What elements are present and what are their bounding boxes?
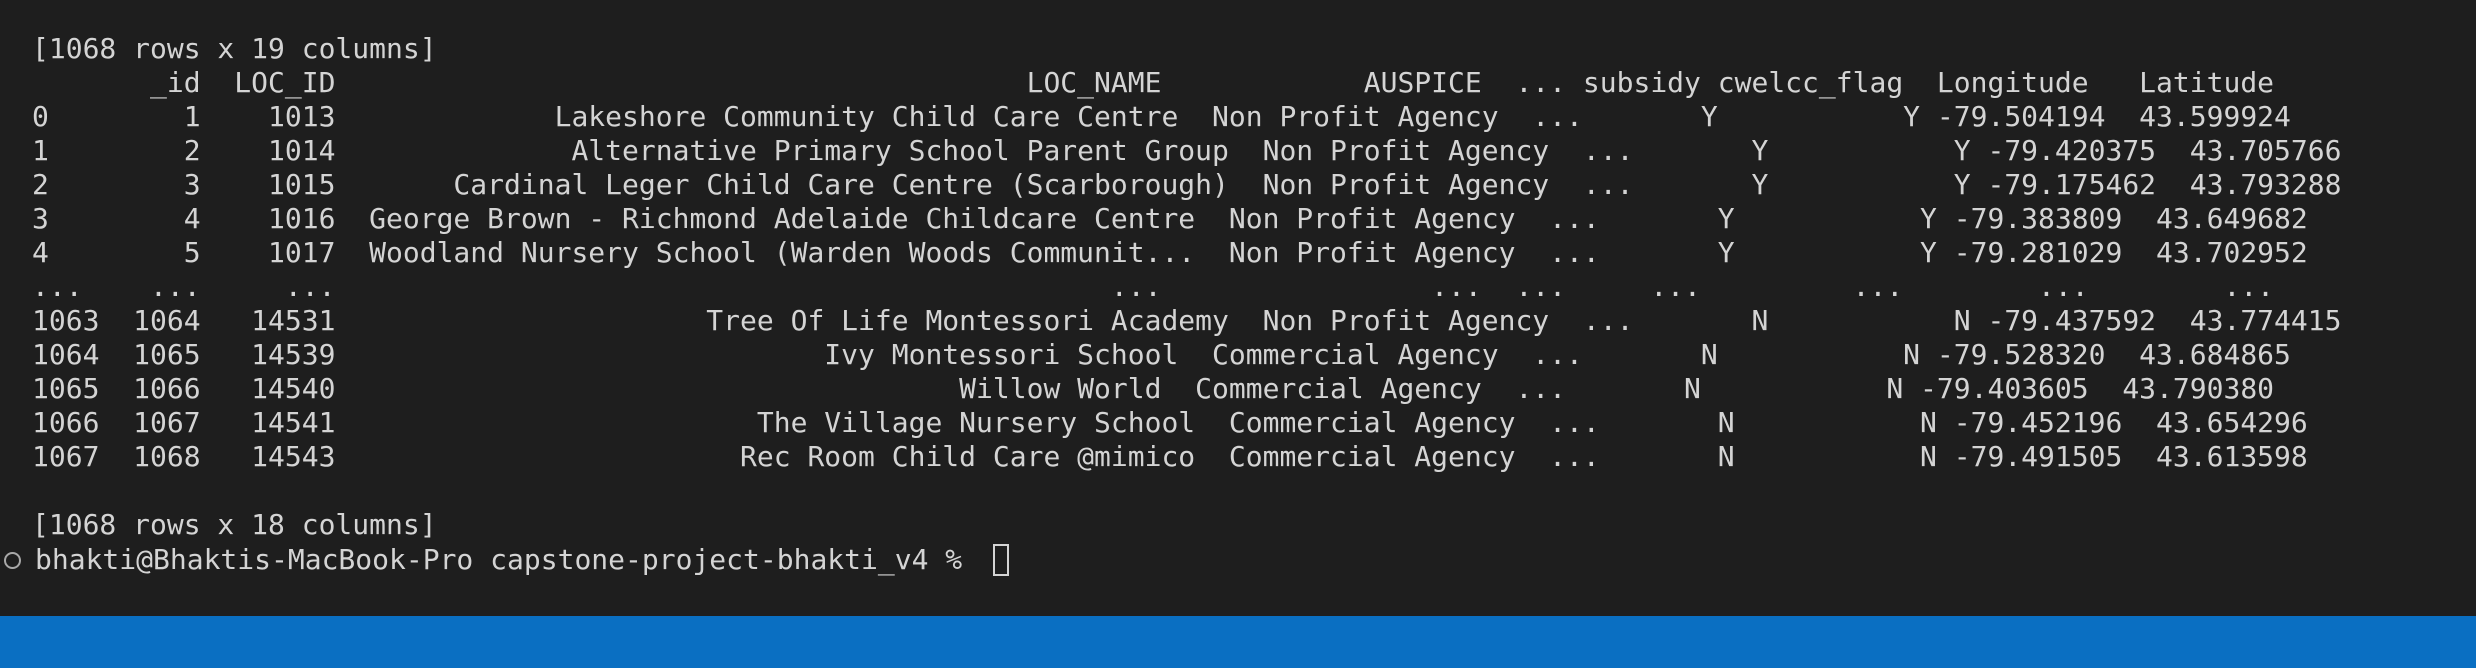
dataframe-row: 1067 1068 14543 Rec Room Child Care @mim… <box>32 440 2308 473</box>
dataframe-row: 2 3 1015 Cardinal Leger Child Care Centr… <box>32 168 2342 201</box>
shell-prompt: bhakti@Bhaktis-MacBook-Pro capstone-proj… <box>35 543 980 576</box>
dataframe-row: 1063 1064 14531 Tree Of Life Montessori … <box>32 304 2342 337</box>
dataframe-row: 3 4 1016 George Brown - Richmond Adelaid… <box>32 202 2308 235</box>
shell-prompt-line[interactable]: bhakti@Bhaktis-MacBook-Pro capstone-proj… <box>0 542 1010 578</box>
dataframe-row: 1 2 1014 Alternative Primary School Pare… <box>32 134 2342 167</box>
dataframe-row: 1065 1066 14540 Willow World Commercial … <box>32 372 2275 405</box>
dataframe-row: 1066 1067 14541 The Village Nursery Scho… <box>32 406 2308 439</box>
dataframe-row: 1064 1065 14539 Ivy Montessori School Co… <box>32 338 2291 371</box>
terminal-line: [1068 rows x 18 columns] <box>32 508 437 541</box>
terminal-line: [1068 rows x 19 columns] <box>32 32 437 65</box>
status-bar <box>0 616 2476 668</box>
text-cursor <box>993 544 1010 576</box>
dataframe-header: _id LOC_ID LOC_NAME AUSPICE ... subsidy … <box>32 66 2275 99</box>
dataframe-row: 0 1 1013 Lakeshore Community Child Care … <box>32 100 2291 133</box>
command-status-circle-icon[interactable] <box>4 551 21 569</box>
terminal-panel[interactable]: [1068 rows x 19 columns] _id LOC_ID LOC_… <box>0 0 2476 616</box>
dataframe-row: 4 5 1017 Woodland Nursery School (Warden… <box>32 236 2308 269</box>
dataframe-ellipsis-row: ... ... ... ... ... ... ... ... ... ... <box>32 270 2275 303</box>
